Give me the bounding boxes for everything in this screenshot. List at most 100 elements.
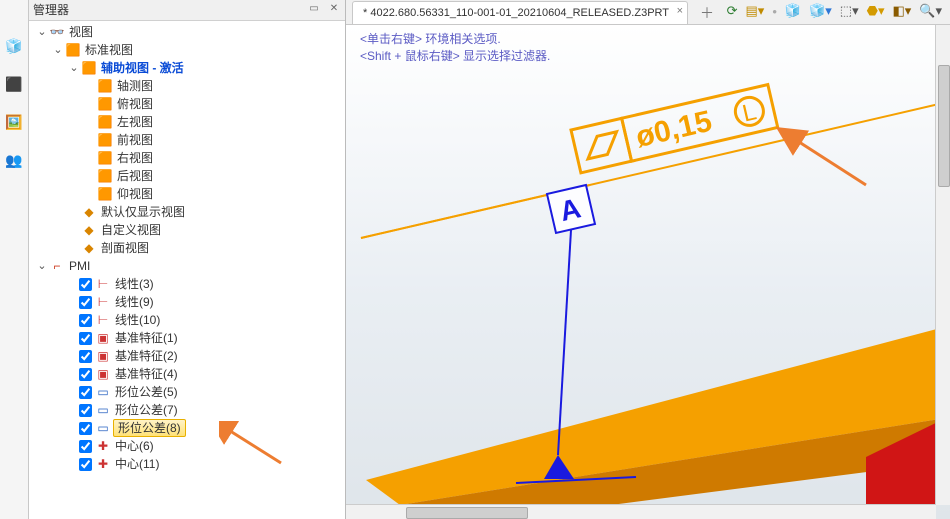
datum-icon: ▣ (95, 329, 111, 347)
tree-node-aux-view-active[interactable]: ⌄ 🟧 辅助视图 - 激活 (31, 59, 345, 77)
tree-leaf-axon[interactable]: 🟧轴测图 (31, 77, 345, 95)
pmi-visibility-checkbox[interactable] (79, 458, 92, 471)
document-tab[interactable]: * 4022.680.56331_110-001-01_20210604_REL… (352, 1, 688, 24)
panel-close-icon[interactable]: ✕ (327, 3, 341, 17)
section-view-icon[interactable]: ◧▾ (892, 3, 911, 19)
horizontal-scrollbar[interactable] (346, 504, 936, 519)
tree-leaf-linear10[interactable]: ⊢线性(10) (31, 311, 345, 329)
vertical-scrollbar[interactable] (935, 25, 950, 505)
pmi-icon: ⌐ (49, 257, 65, 275)
cube-yellow-icon: 🟧 (97, 149, 113, 167)
tree-leaf-linear9[interactable]: ⊢线性(9) (31, 293, 345, 311)
tree-label: 基准特征(2) (113, 347, 180, 365)
users-icon[interactable]: 👥 (4, 150, 24, 170)
refresh-icon[interactable]: ⟳ (727, 3, 738, 19)
tree-leaf-center6[interactable]: ✚中心(6) (31, 437, 345, 455)
collapse-icon[interactable]: ⌄ (35, 23, 49, 41)
collapse-icon[interactable]: ⌄ (51, 41, 65, 59)
box-icon[interactable]: ⬛ (4, 74, 24, 94)
cube-yellow-icon: 🟧 (97, 131, 113, 149)
model-tree: ⌄ 👓 视图 ⌄ 🟧 标准视图 ⌄ 🟧 辅助视图 - 激活 🟧轴测图 🟧俯视图 … (29, 21, 345, 519)
tree-leaf-left[interactable]: 🟧左视图 (31, 113, 345, 131)
shaded-gold-icon[interactable]: ⬣▾ (867, 3, 885, 19)
display-cube-icon[interactable]: 🧊▾ (809, 3, 832, 19)
tree-label: PMI (67, 257, 92, 275)
tree-leaf-datum2[interactable]: ▣基准特征(2) (31, 347, 345, 365)
tree-label: 视图 (67, 23, 95, 41)
tree-node-standard-views[interactable]: ⌄ 🟧 标准视图 (31, 41, 345, 59)
cube-yellow-icon: 🟧 (97, 77, 113, 95)
orientation-cube-icon[interactable]: 🧊 (785, 3, 801, 19)
tree-leaf-datum4[interactable]: ▣基准特征(4) (31, 365, 345, 383)
annotation-arrow-icon (796, 140, 866, 185)
tree-label: 轴测图 (115, 77, 155, 95)
pmi-visibility-checkbox[interactable] (79, 386, 92, 399)
tree-root-pmi[interactable]: ⌄ ⌐ PMI (31, 257, 345, 275)
tree-leaf-right[interactable]: 🟧右视图 (31, 149, 345, 167)
tree-label: 仰视图 (115, 185, 155, 203)
wireframe-cube-icon[interactable]: ⬚▾ (840, 3, 859, 19)
pmi-visibility-checkbox[interactable] (79, 350, 92, 363)
tree-leaf-back[interactable]: 🟧后视图 (31, 167, 345, 185)
scrollbar-thumb[interactable] (938, 65, 950, 187)
tree-label: 基准特征(4) (113, 365, 180, 383)
tree-label: 线性(10) (113, 311, 162, 329)
tree-leaf-geo5[interactable]: ▭形位公差(5) (31, 383, 345, 401)
dimension-icon: ⊢ (95, 293, 111, 311)
pmi-visibility-checkbox[interactable] (79, 422, 92, 435)
pmi-visibility-checkbox[interactable] (79, 296, 92, 309)
tree-leaf-front[interactable]: 🟧前视图 (31, 131, 345, 149)
manager-panel: 管理器 ▭ ✕ ⌄ 👓 视图 ⌄ 🟧 标准视图 ⌄ 🟧 辅助视图 - 激活 🟧轴… (29, 0, 346, 519)
tree-label: 俯视图 (115, 95, 155, 113)
dimension-icon: ⊢ (95, 275, 111, 293)
datum-icon: ▣ (95, 347, 111, 365)
tree-label: 剖面视图 (99, 239, 151, 257)
pmi-visibility-checkbox[interactable] (79, 404, 92, 417)
tree-label: 左视图 (115, 113, 155, 131)
tree-leaf-center11[interactable]: ✚中心(11) (31, 455, 345, 473)
tree-leaf-linear3[interactable]: ⊢线性(3) (31, 275, 345, 293)
tree-label: 形位公差(7) (113, 401, 180, 419)
scrollbar-thumb[interactable] (406, 507, 528, 519)
tree-node-custom-view[interactable]: ◆自定义视图 (31, 221, 345, 239)
panel-header: 管理器 ▭ ✕ (29, 0, 345, 21)
feature-control-frame[interactable]: ø0,15 L (571, 85, 778, 173)
cube-layers-icon[interactable]: 🧊 (4, 36, 24, 56)
search-icon[interactable]: 🔍▾ (919, 3, 942, 19)
separator-icon: • (772, 4, 777, 19)
center-icon: ✚ (95, 437, 111, 455)
model-canvas[interactable]: <单击右键> 环境相关选项. <Shift + 鼠标右键> 显示选择过滤器. (346, 25, 950, 519)
tree-label: 辅助视图 - 激活 (99, 59, 186, 77)
diamond-icon: ◆ (81, 239, 97, 257)
render-mode-icon[interactable]: ▤▾ (746, 3, 765, 19)
picture-icon[interactable]: 🖼️ (4, 112, 24, 132)
tree-root-views[interactable]: ⌄ 👓 视图 (31, 23, 345, 41)
pmi-visibility-checkbox[interactable] (79, 278, 92, 291)
tree-leaf-bottom[interactable]: 🟧仰视图 (31, 185, 345, 203)
pmi-visibility-checkbox[interactable] (79, 314, 92, 327)
collapse-icon[interactable]: ⌄ (35, 257, 49, 275)
tree-label: 默认仅显示视图 (99, 203, 187, 221)
pmi-visibility-checkbox[interactable] (79, 368, 92, 381)
viewport-area: * 4022.680.56331_110-001-01_20210604_REL… (346, 0, 950, 519)
flatness-symbol-icon (583, 132, 621, 159)
tree-label: 形位公差(5) (113, 383, 180, 401)
document-tab-label: * 4022.680.56331_110-001-01_20210604_REL… (363, 7, 669, 19)
tree-node-default-only[interactable]: ◆默认仅显示视图 (31, 203, 345, 221)
tree-label: 形位公差(8) (113, 419, 186, 437)
panel-title: 管理器 (33, 0, 301, 20)
tree-leaf-geo7[interactable]: ▭形位公差(7) (31, 401, 345, 419)
pmi-visibility-checkbox[interactable] (79, 440, 92, 453)
pmi-visibility-checkbox[interactable] (79, 332, 92, 345)
left-vertical-toolbar: 🧊 ⬛ 🖼️ 👥 (0, 0, 29, 519)
tree-label: 基准特征(1) (113, 329, 180, 347)
tab-close-icon[interactable]: × (677, 5, 683, 17)
collapse-icon[interactable]: ⌄ (67, 59, 81, 77)
panel-popout-icon[interactable]: ▭ (307, 3, 321, 17)
cube-yellow-icon: 🟧 (97, 95, 113, 113)
tree-leaf-datum1[interactable]: ▣基准特征(1) (31, 329, 345, 347)
tree-leaf-top[interactable]: 🟧俯视图 (31, 95, 345, 113)
tree-leaf-geo8-selected[interactable]: ▭形位公差(8) (31, 419, 345, 437)
datum-icon: ▣ (95, 365, 111, 383)
tree-node-section-view[interactable]: ◆剖面视图 (31, 239, 345, 257)
